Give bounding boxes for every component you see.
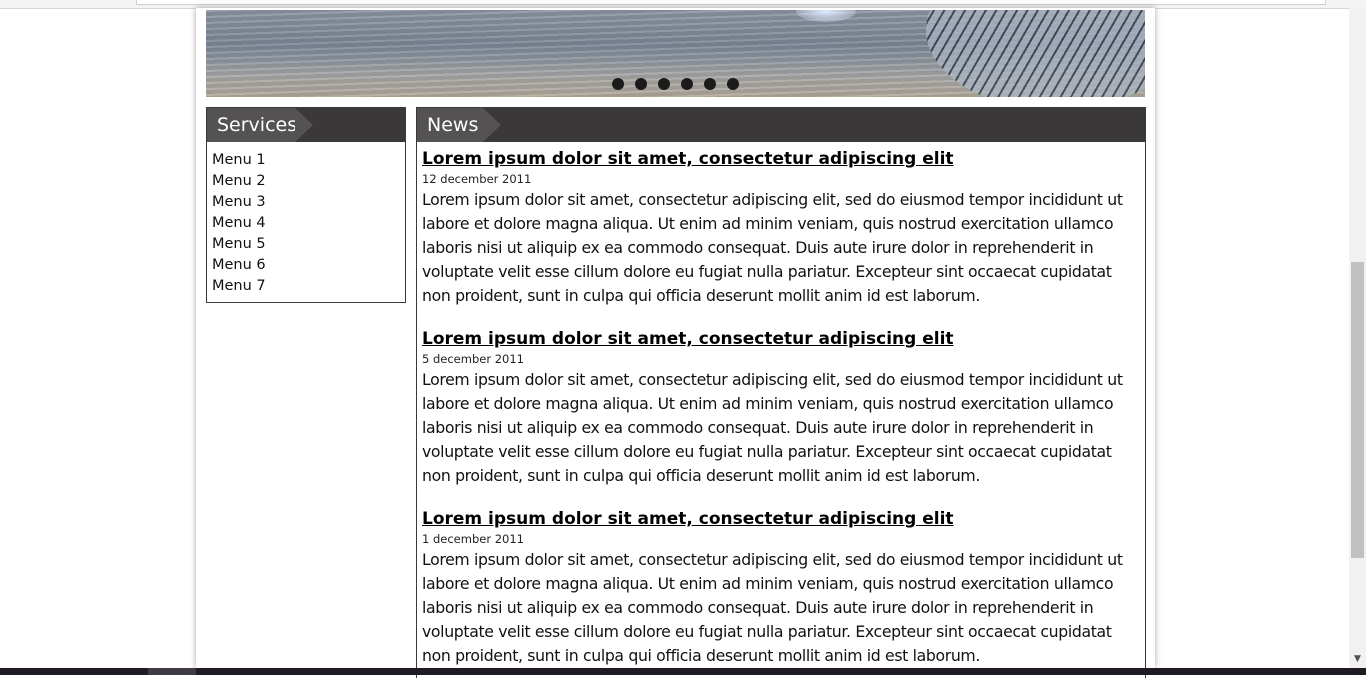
image-slider (206, 10, 1145, 97)
news-header: News (417, 108, 1145, 142)
slider-dot-2[interactable] (635, 78, 647, 90)
menu-item-1[interactable]: Menu 1 (212, 150, 400, 171)
slider-pagination (206, 78, 1145, 90)
scroll-down-arrow-icon[interactable]: ▼ (1349, 651, 1366, 668)
news-item: Lorem ipsum dolor sit amet, consectetur … (422, 328, 1140, 488)
page-scrollbar[interactable]: ▼ (1349, 8, 1366, 668)
menu-item-7[interactable]: Menu 7 (212, 276, 400, 297)
news-item-title-link[interactable]: Lorem ipsum dolor sit amet, consectetur … (422, 508, 954, 530)
news-item: Lorem ipsum dolor sit amet, consectetur … (422, 508, 1140, 668)
slider-dot-3[interactable] (658, 78, 670, 90)
news-item-title-link[interactable]: Lorem ipsum dolor sit amet, consectetur … (422, 148, 954, 170)
taskbar-active-item[interactable] (148, 668, 196, 675)
news-panel: News Lorem ipsum dolor sit amet, consect… (416, 107, 1146, 678)
news-item-text: Lorem ipsum dolor sit amet, consectetur … (422, 370, 1123, 485)
services-header: Services (207, 108, 405, 142)
taskbar (0, 668, 1366, 675)
menu-item-6[interactable]: Menu 6 (212, 255, 400, 276)
news-title: News (417, 108, 501, 142)
services-panel: Services Menu 1 Menu 2 Menu 3 Menu 4 Men… (206, 107, 406, 303)
news-item-text: Lorem ipsum dolor sit amet, consectetur … (422, 550, 1123, 665)
news-item-date: 1 december 2011 (422, 532, 524, 546)
menu-item-4[interactable]: Menu 4 (212, 213, 400, 234)
menu-item-3[interactable]: Menu 3 (212, 192, 400, 213)
slider-dot-1[interactable] (612, 78, 624, 90)
address-bar[interactable] (136, 0, 1326, 5)
menu-item-5[interactable]: Menu 5 (212, 234, 400, 255)
news-list: Lorem ipsum dolor sit amet, consectetur … (417, 142, 1145, 668)
slider-dot-4[interactable] (681, 78, 693, 90)
news-item: Lorem ipsum dolor sit amet, consectetur … (422, 148, 1140, 308)
services-menu: Menu 1 Menu 2 Menu 3 Menu 4 Menu 5 Menu … (207, 142, 405, 302)
services-title: Services (207, 108, 313, 142)
scrollbar-thumb[interactable] (1351, 262, 1364, 558)
slider-dot-6[interactable] (727, 78, 739, 90)
news-item-title-link[interactable]: Lorem ipsum dolor sit amet, consectetur … (422, 328, 954, 350)
menu-item-2[interactable]: Menu 2 (212, 171, 400, 192)
news-item-date: 12 december 2011 (422, 172, 532, 186)
news-item-text: Lorem ipsum dolor sit amet, consectetur … (422, 190, 1123, 305)
slider-dot-5[interactable] (704, 78, 716, 90)
news-item-date: 5 december 2011 (422, 352, 524, 366)
page-container: Services Menu 1 Menu 2 Menu 3 Menu 4 Men… (196, 8, 1155, 678)
